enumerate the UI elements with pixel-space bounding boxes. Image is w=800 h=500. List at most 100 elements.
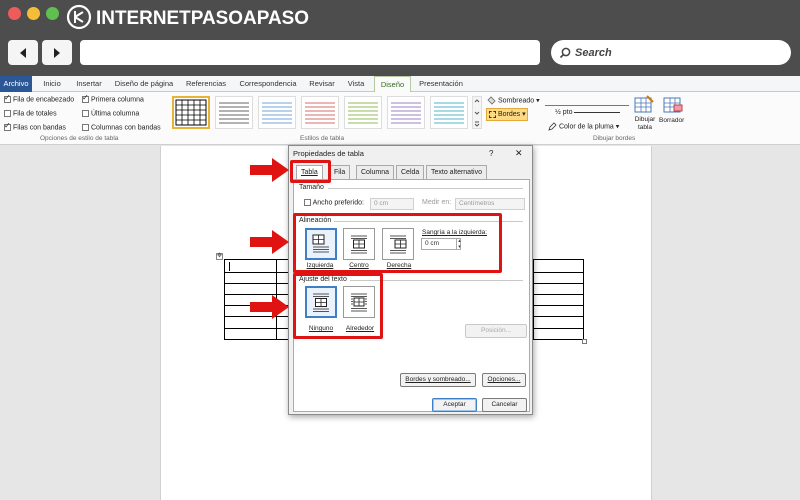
group-label-draw-borders: Dibujar bordes — [593, 135, 636, 142]
tab-label: Fila — [334, 169, 346, 176]
help-button[interactable]: ? — [489, 149, 493, 158]
table-style-4[interactable] — [301, 96, 339, 129]
tab-correspondencia[interactable]: Correspondencia — [236, 76, 300, 92]
tab-insertar[interactable]: Insertar — [72, 76, 106, 92]
option-label: Primera columna — [91, 96, 144, 104]
table-style-3[interactable] — [258, 96, 296, 129]
eraser-icon — [663, 97, 683, 113]
shading-label: Sombreado — [497, 97, 535, 105]
draw-table-button[interactable] — [633, 95, 655, 115]
table-style-5[interactable] — [344, 96, 382, 129]
shading-button[interactable]: Sombreado ▾ — [487, 96, 540, 105]
preferred-width-checkbox[interactable]: Ancho preferido: — [304, 199, 364, 206]
highlight-wrap — [293, 273, 383, 339]
dialog-tab-fila[interactable]: Fila — [329, 165, 351, 179]
option-label: Última columna — [91, 110, 140, 118]
table-style-preview — [219, 102, 249, 124]
table-move-handle-icon[interactable]: ✥ — [216, 253, 223, 260]
table-style-preview — [305, 102, 335, 124]
highlight-tabla-tab — [290, 160, 331, 183]
option-header-row[interactable]: Fila de encabezado — [4, 93, 75, 104]
search-label: Search — [575, 46, 612, 59]
close-dialog-button[interactable]: ✕ — [515, 148, 523, 159]
tab-label: Columna — [361, 169, 390, 176]
option-label: Filas con bandas — [13, 124, 66, 132]
tab-referencias[interactable]: Referencias — [182, 76, 230, 92]
measure-dropdown[interactable]: Centímetros — [455, 198, 525, 210]
option-banded-rows[interactable]: Filas con bandas — [4, 121, 66, 132]
styles-scroll[interactable] — [472, 96, 482, 129]
option-label: Fila de encabezado — [13, 96, 75, 104]
search-icon — [559, 47, 571, 58]
cancel-button[interactable]: Cancelar — [482, 398, 527, 412]
option-banded-columns[interactable]: Columnas con bandas — [82, 124, 161, 131]
table-style-2[interactable] — [215, 96, 253, 129]
checkbox-icon — [304, 199, 311, 206]
table-style-preview — [262, 102, 292, 124]
back-button[interactable] — [8, 40, 38, 65]
checkbox-icon — [82, 124, 89, 131]
borders-shading-button[interactable]: Bordes y sombreado... — [400, 373, 476, 387]
search-box[interactable]: Search — [551, 40, 791, 65]
tab-vista[interactable]: Vista — [343, 76, 369, 92]
ribbon-tab-bar: Archivo Inicio Insertar Diseño de página… — [0, 76, 800, 92]
borders-icon — [489, 110, 496, 118]
table-style-preview — [175, 99, 207, 126]
table-style-grid[interactable] — [172, 96, 210, 129]
draw-table-label: Dibujar tabla — [634, 116, 656, 131]
borders-button[interactable]: Bordes ▾ — [486, 108, 528, 121]
table-resize-handle[interactable] — [582, 339, 587, 344]
checkbox-icon — [82, 110, 89, 117]
ok-button[interactable]: Aceptar — [432, 398, 477, 412]
eraser-label: Borrador — [659, 117, 685, 124]
checkbox-icon — [4, 110, 11, 117]
red-arrow-icon — [250, 295, 289, 319]
maximize-window-button[interactable] — [46, 7, 59, 20]
tab-revisar[interactable]: Revisar — [305, 76, 339, 92]
preferred-width-input[interactable]: 0 cm — [370, 198, 414, 210]
forward-button[interactable] — [42, 40, 72, 65]
browser-toolbar: INTERNETPASOAPASO Search — [0, 0, 800, 76]
checkbox-checked-icon — [82, 93, 89, 103]
table-style-7[interactable] — [430, 96, 468, 129]
address-bar[interactable] — [80, 40, 540, 65]
table-style-6[interactable] — [387, 96, 425, 129]
dialog-tab-celda[interactable]: Celda — [396, 165, 425, 179]
tab-inicio[interactable]: Inicio — [38, 76, 66, 92]
preferred-width-label: Ancho preferido: — [312, 199, 364, 207]
draw-table-icon — [634, 95, 654, 113]
measure-label: Medir en: — [422, 199, 452, 206]
positioning-button[interactable]: Posición... — [465, 324, 527, 338]
pen-weight-value: ½ pto — [555, 109, 573, 116]
separator — [328, 188, 523, 189]
table-style-preview — [434, 102, 464, 124]
option-total-row[interactable]: Fila de totales — [4, 110, 57, 117]
tab-archivo[interactable]: Archivo — [0, 76, 32, 92]
pen-color-button[interactable]: Color de la pluma ▾ — [548, 122, 619, 131]
options-button[interactable]: Opciones... — [482, 373, 526, 387]
paint-bucket-icon — [487, 96, 496, 105]
group-label-table-styles: Estilos de tabla — [300, 135, 345, 142]
tab-diseno[interactable]: Diseño — [374, 76, 411, 92]
pen-style-dropdown[interactable] — [545, 96, 629, 106]
forward-arrow-icon — [54, 47, 60, 58]
borders-label: Bordes — [497, 111, 521, 118]
checkbox-checked-icon — [4, 121, 11, 131]
dialog-tab-texto-alternativo[interactable]: Texto alternativo — [426, 165, 487, 179]
option-label: Fila de totales — [13, 110, 57, 118]
svg-text:INTERNETPASOAPASO: INTERNETPASOAPASO — [96, 8, 309, 29]
eraser-button[interactable] — [662, 95, 684, 115]
pen-weight-dropdown[interactable]: ½ pto — [555, 109, 621, 116]
red-arrow-icon — [250, 158, 289, 182]
minimize-window-button[interactable] — [27, 7, 40, 20]
tab-diseno-pagina[interactable]: Diseño de página — [112, 76, 176, 92]
close-window-button[interactable] — [8, 7, 21, 20]
site-logo: INTERNETPASOAPASO — [66, 4, 309, 30]
option-last-column[interactable]: Última columna — [82, 110, 139, 117]
group-label-style-options: Opciones de estilo de tabla — [40, 135, 119, 142]
dialog-tab-columna[interactable]: Columna — [356, 165, 395, 179]
dialog-title: Propiedades de tabla — [293, 149, 364, 158]
option-first-column[interactable]: Primera columna — [82, 93, 144, 104]
tab-presentacion[interactable]: Presentación — [415, 76, 467, 92]
size-group-label: Tamaño — [299, 184, 324, 191]
